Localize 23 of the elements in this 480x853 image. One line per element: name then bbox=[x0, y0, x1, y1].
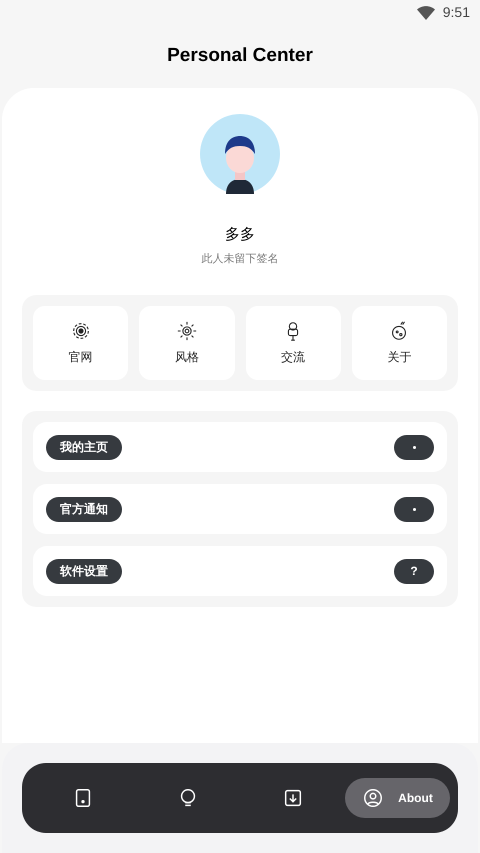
shortcut-tile[interactable]: 关于 bbox=[352, 306, 447, 380]
user-icon bbox=[362, 787, 384, 809]
dot-badge[interactable] bbox=[394, 434, 434, 460]
menu-row[interactable]: 软件设置 ? bbox=[33, 546, 447, 596]
help-badge[interactable]: ? bbox=[394, 558, 434, 584]
nav-tab[interactable]: About bbox=[345, 778, 450, 818]
status-time: 9:51 bbox=[442, 3, 470, 22]
menu-row[interactable]: 我的主页 bbox=[33, 422, 447, 472]
page-title: Personal Center bbox=[167, 44, 313, 68]
shortcut-tile[interactable]: 官网 bbox=[33, 306, 128, 380]
dot-icon bbox=[412, 508, 416, 510]
user-name: 多多 bbox=[225, 225, 255, 245]
sun-spiral-icon bbox=[176, 320, 198, 342]
user-signature: 此人未留下签名 bbox=[202, 252, 278, 266]
shortcut-tile[interactable]: 风格 bbox=[139, 306, 234, 380]
menu-label[interactable]: 官方通知 bbox=[46, 496, 122, 522]
menu-label[interactable]: 我的主页 bbox=[46, 434, 122, 460]
shortcut-tile[interactable]: 交流 bbox=[246, 306, 341, 380]
menu-row[interactable]: 官方通知 bbox=[33, 484, 447, 534]
wifi-icon bbox=[416, 6, 435, 20]
dot-icon bbox=[412, 446, 416, 448]
dot-badge[interactable] bbox=[394, 496, 434, 522]
menu-label[interactable]: 软件设置 bbox=[46, 558, 122, 584]
